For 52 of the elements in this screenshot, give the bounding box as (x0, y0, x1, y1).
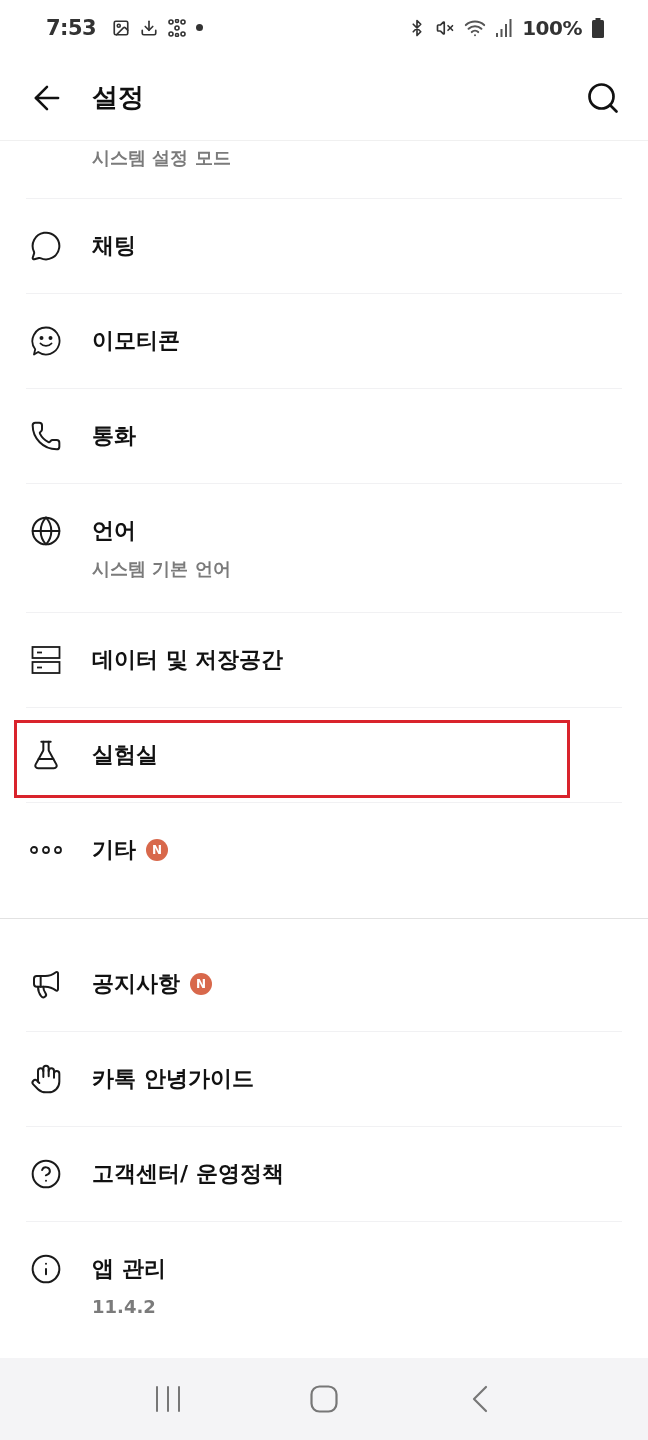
settings-row[interactable]: 통화 (26, 389, 622, 484)
row-title: 공지사항 (92, 970, 180, 998)
new-badge: N (190, 973, 212, 995)
globe-icon (30, 515, 62, 547)
mute-icon (436, 18, 455, 37)
row-title: 앱 관리 (92, 1255, 166, 1283)
new-badge: N (146, 839, 168, 861)
dot-icon (196, 24, 204, 31)
home-button[interactable] (308, 1384, 340, 1414)
settings-row[interactable]: 이모티콘 (26, 294, 622, 389)
phone-icon (30, 420, 62, 452)
settings-row[interactable]: 언어 시스템 기본 언어 (26, 484, 622, 613)
settings-row[interactable]: 채팅 (26, 199, 622, 294)
chevron-left-icon (472, 1385, 488, 1413)
row-title: 통화 (92, 422, 136, 450)
row-title: 이모티콘 (92, 327, 180, 355)
gallery-icon (112, 18, 131, 37)
row-subtitle: 시스템 기본 언어 (92, 557, 231, 581)
battery-icon (592, 17, 604, 38)
row-title: 언어 (92, 517, 136, 545)
megaphone-icon (30, 968, 62, 1000)
download-icon (140, 18, 159, 37)
chat-bubble-icon (30, 230, 62, 262)
info-icon (30, 1253, 62, 1285)
settings-row[interactable]: 공지사항 N (26, 937, 622, 1032)
status-time: 7:53 (46, 15, 97, 40)
settings-row[interactable]: 카톡 안녕가이드 (26, 1032, 622, 1127)
row-title: 데이터 및 저장공간 (92, 646, 284, 674)
row-subtitle: 11.4.2 (92, 1295, 157, 1319)
home-icon (310, 1385, 338, 1413)
signal-icon (496, 18, 513, 37)
row-title: 채팅 (92, 232, 136, 260)
settings-row[interactable]: 고객센터/ 운영정책 (26, 1127, 622, 1222)
storage-icon (31, 645, 61, 675)
settings-row[interactable]: 실험실 (26, 708, 622, 803)
row-subtitle: 시스템 설정 모드 (92, 146, 231, 170)
settings-row[interactable]: 시스템 설정 모드 (26, 141, 622, 199)
settings-row[interactable]: 데이터 및 저장공간 (26, 613, 622, 708)
battery-level: 100% (522, 15, 582, 40)
row-title: 카톡 안녕가이드 (92, 1065, 254, 1093)
smiley-bubble-icon (30, 325, 62, 357)
recent-apps-icon (155, 1386, 181, 1412)
row-title: 실험실 (92, 741, 158, 769)
settings-row[interactable]: 앱 관리 11.4.2 (26, 1222, 622, 1350)
help-icon (30, 1158, 62, 1190)
settings-row[interactable]: 기타 N (26, 803, 622, 897)
row-title: 고객센터/ 운영정책 (92, 1160, 284, 1188)
row-title: 기타 (92, 836, 136, 864)
network-icon (168, 18, 187, 37)
more-icon (30, 846, 62, 854)
page-title: 설정 (92, 81, 145, 114)
hand-icon (30, 1063, 62, 1095)
